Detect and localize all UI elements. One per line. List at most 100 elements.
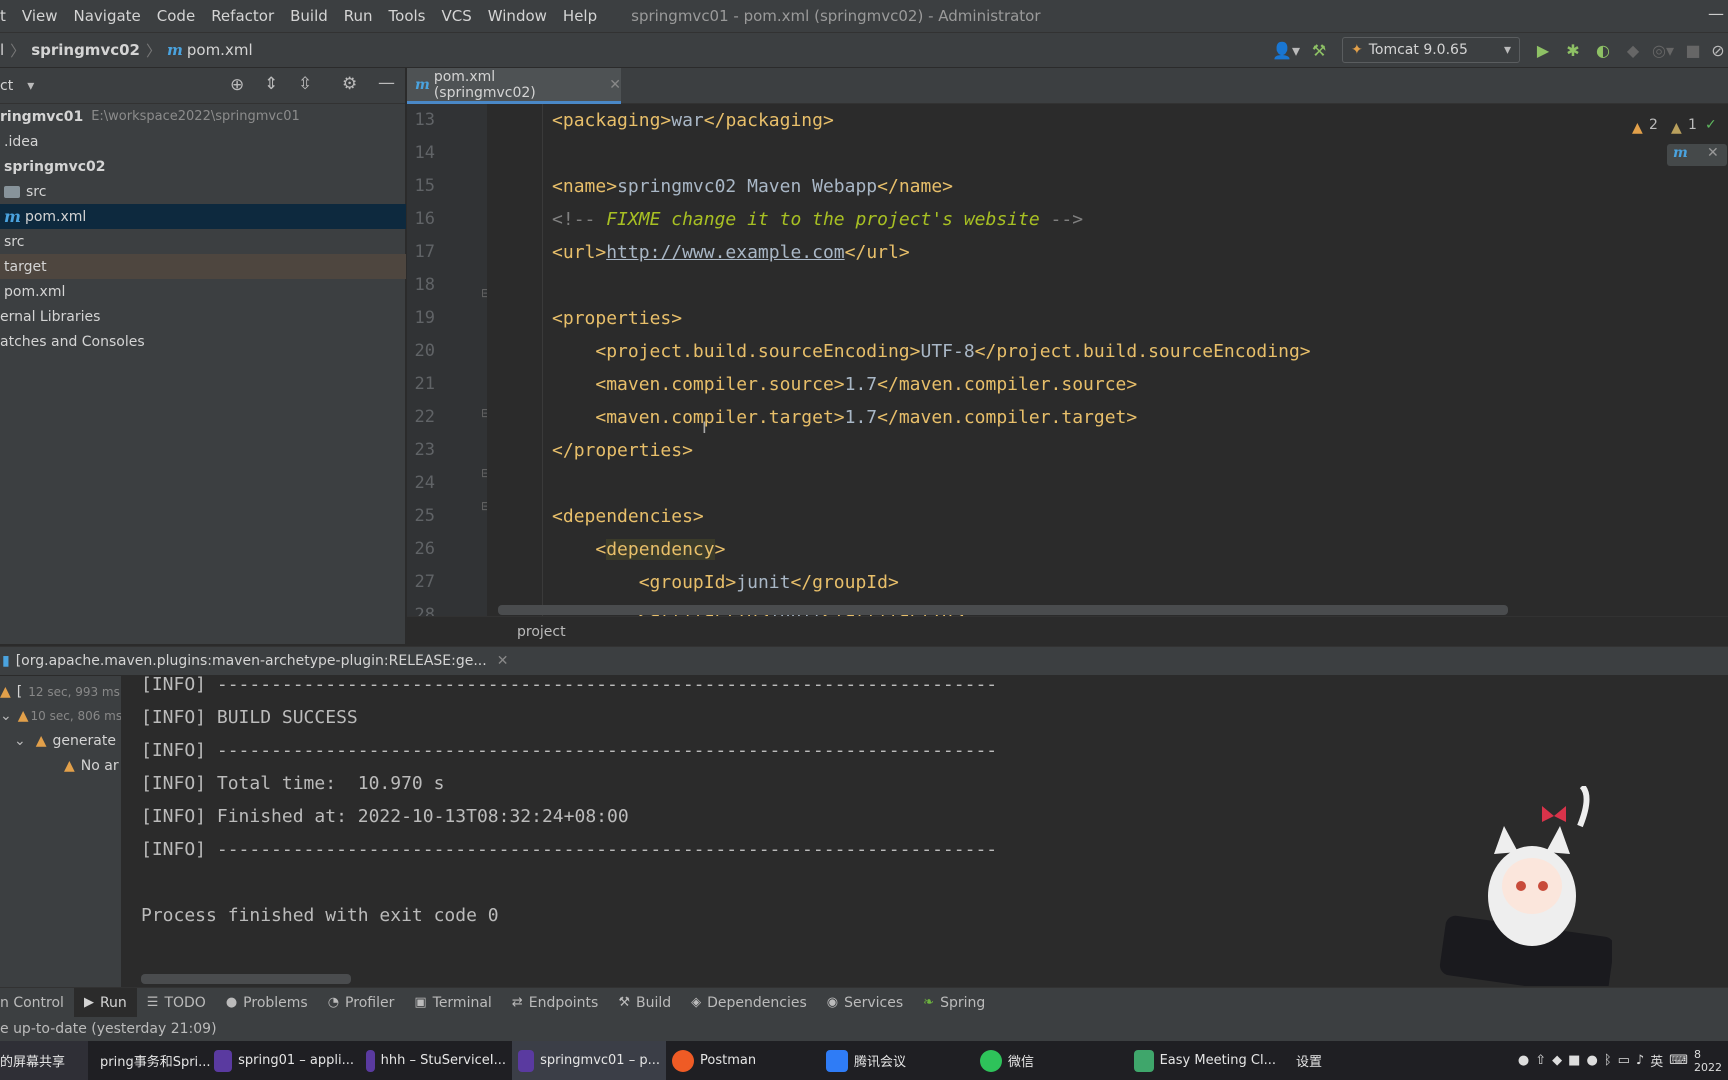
weak-warning-icon[interactable]: ▲ xyxy=(1671,120,1682,136)
weak-warning-count[interactable]: 1 xyxy=(1688,117,1697,133)
maven-reload-popup[interactable]: m ✕ xyxy=(1667,144,1727,166)
taskbar-item[interactable]: 腾讯会议 xyxy=(820,1041,974,1080)
tab-todo[interactable]: ☰ TODO xyxy=(137,988,216,1018)
qq-icon[interactable]: ● xyxy=(1518,1053,1529,1068)
console-scrollbar[interactable] xyxy=(141,974,351,984)
breadcrumb-module[interactable]: springmvc02 xyxy=(31,41,140,59)
network-icon[interactable]: ▭ xyxy=(1618,1053,1630,1068)
tree-item-src[interactable]: src xyxy=(0,179,406,204)
tab-run[interactable]: ▶ Run xyxy=(73,987,137,1018)
menu-run[interactable]: Run xyxy=(336,7,381,25)
taskbar-item[interactable]: pring事务和Spri... xyxy=(88,1041,211,1080)
menu-help[interactable]: Help xyxy=(555,7,605,25)
status-message[interactable]: e up-to-date (yesterday 21:09) xyxy=(0,1021,217,1037)
tray-app-icon[interactable]: ■ xyxy=(1568,1053,1580,1068)
taskbar-item[interactable]: 微信 xyxy=(974,1041,1128,1080)
editor-breadcrumb: project xyxy=(407,616,1728,646)
gear-icon[interactable]: ⚙ xyxy=(342,74,357,94)
maven-reload-icon[interactable]: m xyxy=(1673,145,1688,161)
taskbar-item[interactable]: 设置 xyxy=(1282,1041,1402,1080)
taskbar-item[interactable]: Easy Meeting Cl... xyxy=(1128,1041,1282,1080)
stop-icon[interactable]: ■ xyxy=(1678,36,1708,64)
tab-spring[interactable]: ❧ Spring xyxy=(913,988,995,1018)
menu-window[interactable]: Window xyxy=(480,7,555,25)
tab-pom-xml[interactable]: m pom.xml (springmvc02) ✕ xyxy=(407,68,621,104)
menu-refactor[interactable]: Refactor xyxy=(203,7,282,25)
locate-icon[interactable]: ⊕ xyxy=(230,75,244,95)
collapse-all-icon[interactable]: ⇳ xyxy=(298,74,312,94)
run-icon[interactable]: ▶ xyxy=(1528,36,1558,64)
taskbar-item-active[interactable]: springmvc01 – p... xyxy=(512,1041,666,1080)
folder-icon xyxy=(4,185,20,198)
horizontal-scrollbar[interactable] xyxy=(498,605,1508,615)
menu-vcs[interactable]: VCS xyxy=(434,7,480,25)
tree-item-target[interactable]: target xyxy=(0,254,406,279)
menu-view[interactable]: View xyxy=(14,7,66,25)
breadcrumb-item[interactable]: project xyxy=(517,624,566,640)
upload-icon[interactable]: ⇧ xyxy=(1535,1053,1546,1068)
taskbar-item[interactable]: hhh – StuServiceI... xyxy=(360,1041,512,1080)
intellij-icon xyxy=(518,1049,535,1072)
tab-terminal[interactable]: ▣ Terminal xyxy=(404,988,501,1018)
tab-services[interactable]: ◉ Services xyxy=(817,988,913,1018)
tab-label: TODO xyxy=(164,994,206,1011)
tab-version-control[interactable]: n Control xyxy=(0,988,74,1018)
clock[interactable]: 8 2022 xyxy=(1694,1048,1722,1074)
debug-icon[interactable]: ✱ xyxy=(1558,36,1588,64)
code-line-19: <properties> xyxy=(552,308,683,329)
warning-count[interactable]: 2 xyxy=(1649,117,1658,133)
tree-item-pom[interactable]: pom.xml xyxy=(0,279,406,304)
close-icon[interactable]: ✕ xyxy=(609,77,621,93)
project-view-label[interactable]: ct xyxy=(0,78,13,94)
tray-app-icon[interactable]: ◆ xyxy=(1552,1053,1562,1068)
breadcrumb-file[interactable]: pom.xml xyxy=(187,41,253,59)
tree-item-scratches[interactable]: atches and Consoles xyxy=(0,329,406,354)
tree-item-src[interactable]: src xyxy=(0,229,406,254)
tree-item-project-root[interactable]: ringmvc01 E:\workspace2022\springmvc01 xyxy=(0,104,406,129)
run-tab-title[interactable]: [org.apache.maven.plugins:maven-archetyp… xyxy=(16,653,487,669)
tree-item-pom-selected[interactable]: m pom.xml xyxy=(0,204,406,229)
screen-share-indicator[interactable]: 的屏幕共享 xyxy=(0,1041,88,1080)
chevron-down-icon[interactable]: ▾ xyxy=(27,78,34,94)
menu-code[interactable]: Code xyxy=(149,7,203,25)
expand-all-icon[interactable]: ⇕ xyxy=(264,74,278,94)
hammer-icon[interactable]: ⚒ xyxy=(1304,36,1334,64)
coverage-icon[interactable]: ◐ xyxy=(1588,36,1618,64)
run-tree-item[interactable]: ▲ No ar xyxy=(64,754,119,778)
warning-icon[interactable]: ▲ xyxy=(1632,120,1643,136)
tab-profiler[interactable]: ◔ Profiler xyxy=(318,988,405,1018)
tree-item-idea[interactable]: .idea xyxy=(0,129,406,154)
console-output[interactable]: [INFO] ---------------------------------… xyxy=(122,676,1728,987)
tab-problems[interactable]: ● Problems xyxy=(216,988,318,1018)
code-editor[interactable]: <packaging>war</packaging> <name>springm… xyxy=(487,104,1728,616)
attach-icon[interactable]: ◎▾ xyxy=(1648,36,1678,64)
close-icon[interactable]: ✕ xyxy=(1707,145,1719,161)
menu-build[interactable]: Build xyxy=(282,7,336,25)
taskbar-item[interactable]: spring01 – appli... xyxy=(208,1041,360,1080)
menu-file[interactable]: t xyxy=(0,7,14,25)
tree-item-springmvc02[interactable]: springmvc02 xyxy=(0,154,406,179)
bluetooth-icon[interactable]: ᛒ xyxy=(1604,1053,1612,1068)
taskbar-item[interactable]: Postman xyxy=(666,1041,820,1080)
tree-item-external-libraries[interactable]: ernal Libraries xyxy=(0,304,406,329)
breadcrumb-root[interactable]: l xyxy=(0,41,4,59)
user-icon[interactable]: 👤▾ xyxy=(1268,36,1304,64)
ime-indicator[interactable]: 英 xyxy=(1650,1051,1663,1070)
menu-navigate[interactable]: Navigate xyxy=(66,7,149,25)
run-tree-item[interactable]: ⌄ ▲ generate xyxy=(14,729,116,753)
tab-build[interactable]: ⚒ Build xyxy=(608,988,681,1018)
volume-icon[interactable]: ♪ xyxy=(1636,1053,1644,1068)
tab-dependencies[interactable]: ◈ Dependencies xyxy=(681,988,817,1018)
minimize-icon[interactable]: — xyxy=(1708,4,1724,23)
hide-icon[interactable]: — xyxy=(378,73,395,93)
run-config-select[interactable]: ✦ Tomcat 9.0.65 ▾ xyxy=(1342,37,1520,63)
more-icon[interactable]: ⊘ xyxy=(1708,36,1728,64)
profile-icon[interactable]: ◆ xyxy=(1618,36,1648,64)
run-tree-item[interactable]: ⌄ ▲ 10 sec, 806 ms xyxy=(0,704,121,728)
tab-endpoints[interactable]: ⇄ Endpoints xyxy=(502,988,609,1018)
run-tree-item[interactable]: ▲ [ 12 sec, 993 ms xyxy=(0,680,120,704)
close-icon[interactable]: ✕ xyxy=(497,653,509,669)
wechat-tray-icon[interactable]: ● xyxy=(1586,1053,1597,1068)
menu-tools[interactable]: Tools xyxy=(381,7,434,25)
keyboard-icon[interactable]: ⌨ xyxy=(1669,1053,1688,1068)
